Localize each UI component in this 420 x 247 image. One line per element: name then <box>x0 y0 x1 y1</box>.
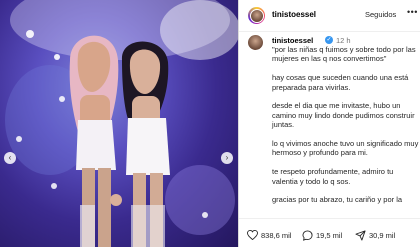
caption-text: "por las niñas q fuimos y sobre todo por… <box>272 45 419 214</box>
avatar-image <box>249 8 264 23</box>
more-options-icon[interactable]: ••• <box>407 7 418 17</box>
share-button[interactable]: 30,9 mil <box>355 229 395 241</box>
caption-paragraph: te respeto profundamente, admiro tu vale… <box>272 167 394 186</box>
avatar[interactable] <box>248 7 265 24</box>
carousel-next-button[interactable]: › <box>221 152 233 164</box>
caption-paragraph: desde el dia que me invitaste, hubo un c… <box>272 101 415 130</box>
caption-paragraph: "por las niñas q fuimos y sobre todo por… <box>272 45 416 64</box>
caption-area: tinistoessel ✓ 12 h "por las niñas q fui… <box>239 32 420 217</box>
post-timestamp[interactable]: 12 h <box>336 36 351 45</box>
username-link[interactable]: tinistoessel <box>272 10 316 19</box>
post-header: tinistoessel Seguidos ••• <box>239 0 420 32</box>
caption-paragraph: gracias por tu abrazo, tu cariño y por l… <box>272 195 403 205</box>
caption-username-link[interactable]: tinistoessel <box>272 36 313 45</box>
comment-button[interactable]: 19,5 mil <box>302 229 342 241</box>
heart-icon <box>247 230 258 240</box>
verified-badge-icon: ✓ <box>325 36 333 44</box>
carousel-prev-button[interactable]: ‹ <box>4 152 16 164</box>
like-count: 838,6 mil <box>261 230 292 240</box>
like-button[interactable]: 838,6 mil <box>247 229 291 241</box>
action-bar: 838,6 mil 19,5 mil 30,9 mil <box>239 218 420 247</box>
caption-avatar[interactable] <box>248 35 263 50</box>
stage-photo-illustration <box>5 0 238 247</box>
post-panel: tinistoessel Seguidos ••• tinistoessel ✓… <box>238 0 420 247</box>
caption-paragraph: lo q vivimos anoche tuvo un significado … <box>272 139 419 158</box>
share-count: 30,9 mil <box>369 230 396 240</box>
chevron-left-icon: ‹ <box>8 153 12 162</box>
caption-paragraph: hay cosas que suceden cuando una está pr… <box>272 73 409 92</box>
share-icon <box>355 229 366 241</box>
comment-count: 19,5 mil <box>316 230 343 240</box>
chevron-right-icon: › <box>225 153 229 162</box>
post-photo[interactable]: ‹ › <box>0 0 238 247</box>
following-button[interactable]: Seguidos <box>365 10 396 19</box>
comment-icon <box>302 229 313 241</box>
